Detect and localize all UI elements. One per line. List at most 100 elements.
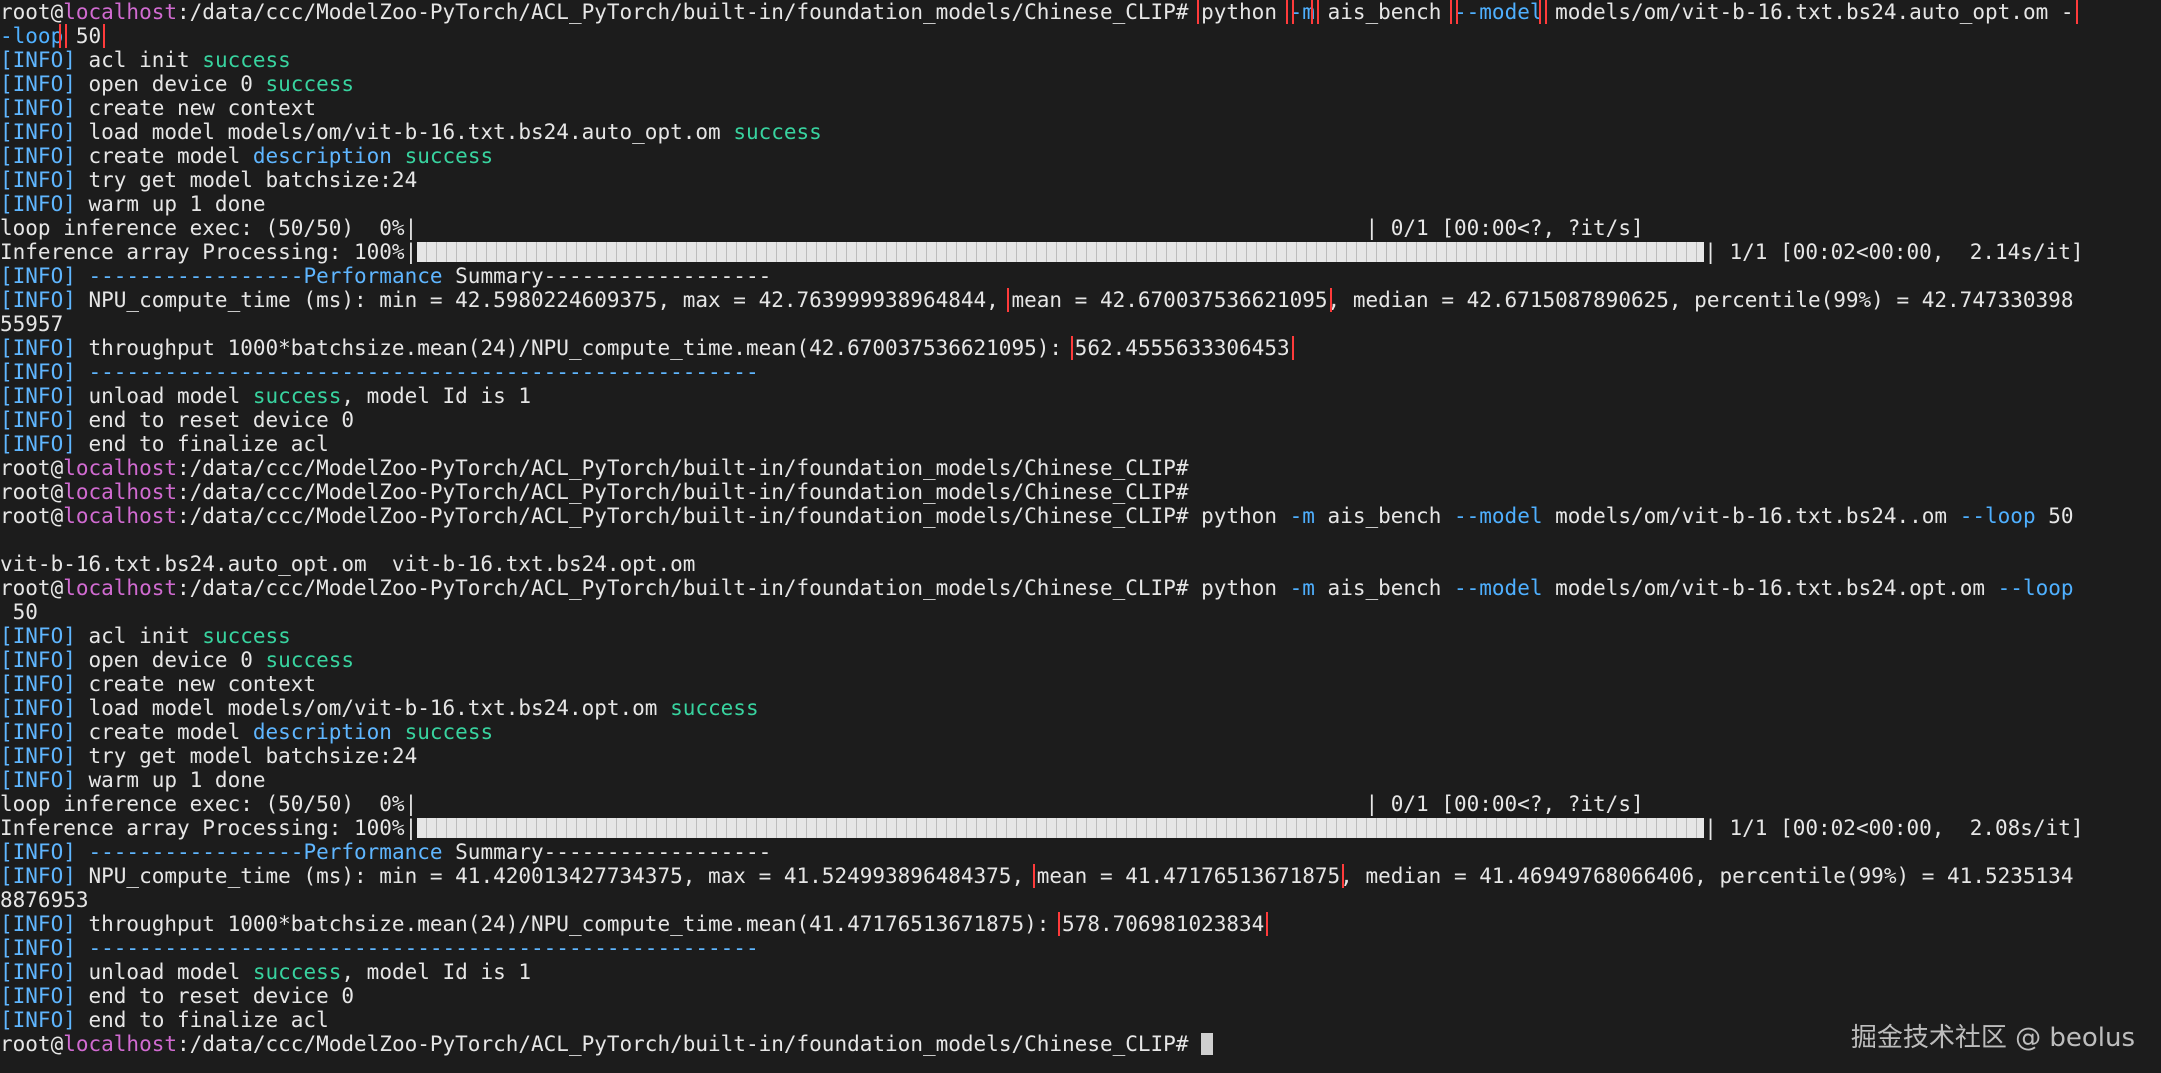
terminal-text: :/data/ccc/ModelZoo-PyTorch/ACL_PyTorch/…	[177, 576, 1290, 600]
terminal-text: try get model batchsize:24	[75, 744, 418, 768]
terminal-line: [INFO] create new context	[0, 672, 2161, 696]
terminal-line: [INFO] try get model batchsize:24	[0, 168, 2161, 192]
success-text: success	[252, 384, 342, 408]
terminal-text: create model	[75, 720, 253, 744]
terminal-line: [INFO] load model models/om/vit-b-16.txt…	[0, 696, 2161, 720]
info-tag: [INFO]	[0, 336, 76, 360]
info-tag: [INFO]	[0, 840, 76, 864]
terminal-text: throughput 1000*batchsize.mean(24)/NPU_c…	[75, 912, 1063, 936]
info-tag: [INFO]	[0, 744, 76, 768]
terminal-text: vit-b-16.txt.bs24.auto_opt.om vit-b-16.t…	[0, 552, 696, 576]
hostname: localhost	[63, 576, 178, 600]
terminal-line: root@localhost:/data/ccc/ModelZoo-PyTorc…	[0, 1032, 2161, 1056]
highlighted-segment: 50	[59, 24, 106, 48]
terminal-line: [INFO] try get model batchsize:24	[0, 744, 2161, 768]
terminal-line: root@localhost:/data/ccc/ModelZoo-PyTorc…	[0, 456, 2161, 480]
terminal-cursor[interactable]	[1201, 1033, 1214, 1055]
terminal-text: 8876953	[0, 888, 89, 912]
terminal-line: [INFO] throughput 1000*batchsize.mean(24…	[0, 336, 2161, 360]
info-tag: [INFO]	[0, 696, 76, 720]
terminal-text: , model Id is 1	[341, 384, 532, 408]
terminal-text: 55957	[0, 312, 64, 336]
highlighted-segment: models/om/vit-b-16.txt.bs24.auto_opt.om …	[1538, 0, 2078, 24]
terminal-line: root@localhost:/data/ccc/ModelZoo-PyTorc…	[0, 480, 2161, 504]
terminal-text: 50	[2035, 504, 2074, 528]
terminal-text: 50	[0, 600, 38, 624]
terminal-text: end to finalize acl	[75, 432, 329, 456]
terminal-text: root@	[0, 1032, 64, 1056]
terminal-line: 50	[0, 600, 2161, 624]
command-flag: -m	[1289, 504, 1315, 528]
terminal-text: end to reset device 0	[75, 984, 355, 1008]
terminal-line: [INFO] open device 0 success	[0, 648, 2161, 672]
terminal-text: Performance	[303, 840, 443, 864]
terminal-line: 55957	[0, 312, 2161, 336]
terminal-text: | 0/1 [00:00<?, ?it/s]	[1365, 792, 1644, 816]
terminal-text: NPU_compute_time (ms): min = 42.59802246…	[75, 288, 1012, 312]
success-text: success	[202, 624, 291, 648]
highlighted-segment: python	[1197, 0, 1294, 24]
info-tag: [INFO]	[0, 192, 76, 216]
terminal-text: models/om/vit-b-16.txt.bs24.opt.om	[1542, 576, 1998, 600]
terminal-line: [INFO] end to finalize acl	[0, 432, 2161, 456]
info-tag: description	[252, 720, 392, 744]
terminal-text: ais_bench	[1314, 576, 1454, 600]
terminal-text: ----------------------------------------…	[75, 936, 759, 960]
highlighted-segment: 578.706981023834	[1058, 912, 1269, 936]
terminal-text: create new context	[75, 96, 317, 120]
info-tag: [INFO]	[0, 936, 76, 960]
info-tag: [INFO]	[0, 984, 76, 1008]
terminal-text: :/data/ccc/ModelZoo-PyTorch/ACL_PyTorch/…	[177, 504, 1290, 528]
terminal-text: | 0/1 [00:00<?, ?it/s]	[1365, 216, 1644, 240]
info-tag: [INFO]	[0, 648, 76, 672]
terminal-line: [INFO] end to reset device 0	[0, 984, 2161, 1008]
terminal-text: root@	[0, 576, 64, 600]
success-text: success	[670, 696, 759, 720]
terminal-text: load model models/om/vit-b-16.txt.bs24.o…	[75, 696, 671, 720]
info-tag: [INFO]	[0, 48, 76, 72]
terminal-line: [INFO] end to finalize acl	[0, 1008, 2161, 1032]
terminal-text: unload model	[75, 960, 253, 984]
terminal-line: [INFO] create new context	[0, 96, 2161, 120]
terminal-text: | 1/1 [00:02<00:00, 2.08s/it]	[1704, 816, 2084, 840]
terminal-text: root@	[0, 0, 64, 24]
terminal-text: warm up 1 done	[75, 768, 266, 792]
terminal-line: Inference array Processing: 100%| | 1/1 […	[0, 240, 2161, 264]
terminal-line: [INFO] warm up 1 done	[0, 768, 2161, 792]
terminal-line: root@localhost:/data/ccc/ModelZoo-PyTorc…	[0, 0, 2161, 24]
watermark: 掘金技术社区 @ beolus	[1850, 1023, 2135, 1053]
terminal-text: create new context	[75, 672, 317, 696]
info-tag: [INFO]	[0, 768, 76, 792]
success-text: success	[252, 960, 342, 984]
terminal-line: -loop 50	[0, 24, 2161, 48]
info-tag: [INFO]	[0, 432, 76, 456]
info-tag: [INFO]	[0, 360, 76, 384]
terminal-text: ----------------------------------------…	[75, 360, 759, 384]
terminal-text: models/om/vit-b-16.txt.bs24..om	[1542, 504, 1960, 528]
terminal-line: root@localhost:/data/ccc/ModelZoo-PyTorc…	[0, 504, 2161, 528]
terminal-line: [INFO] create model description success	[0, 720, 2161, 744]
terminal-text: Summary------------------	[442, 840, 772, 864]
info-tag: [INFO]	[0, 912, 76, 936]
terminal-text: root@	[0, 456, 64, 480]
terminal-line: [INFO] unload model success, model Id is…	[0, 960, 2161, 984]
terminal-line: [INFO] acl init success	[0, 48, 2161, 72]
terminal-line: root@localhost:/data/ccc/ModelZoo-PyTorc…	[0, 576, 2161, 600]
highlighted-segment: 562.4555633306453	[1070, 336, 1294, 360]
terminal-text: :/data/ccc/ModelZoo-PyTorch/ACL_PyTorch/…	[177, 456, 1189, 480]
terminal-line: [INFO] throughput 1000*batchsize.mean(24…	[0, 912, 2161, 936]
terminal-line: [INFO] -----------------Performance Summ…	[0, 264, 2161, 288]
command-flag: -m	[1289, 576, 1315, 600]
hostname: localhost	[63, 0, 178, 24]
terminal-text: , median = 42.6715087890625, percentile(…	[1327, 288, 2074, 312]
progress-bar	[417, 242, 1705, 262]
info-tag: [INFO]	[0, 720, 76, 744]
terminal-window[interactable]: root@localhost:/data/ccc/ModelZoo-PyTorc…	[0, 0, 2161, 1073]
info-tag: [INFO]	[0, 1008, 76, 1032]
highlighted-segment: --model	[1450, 0, 1547, 24]
terminal-text: -----------------	[75, 264, 304, 288]
